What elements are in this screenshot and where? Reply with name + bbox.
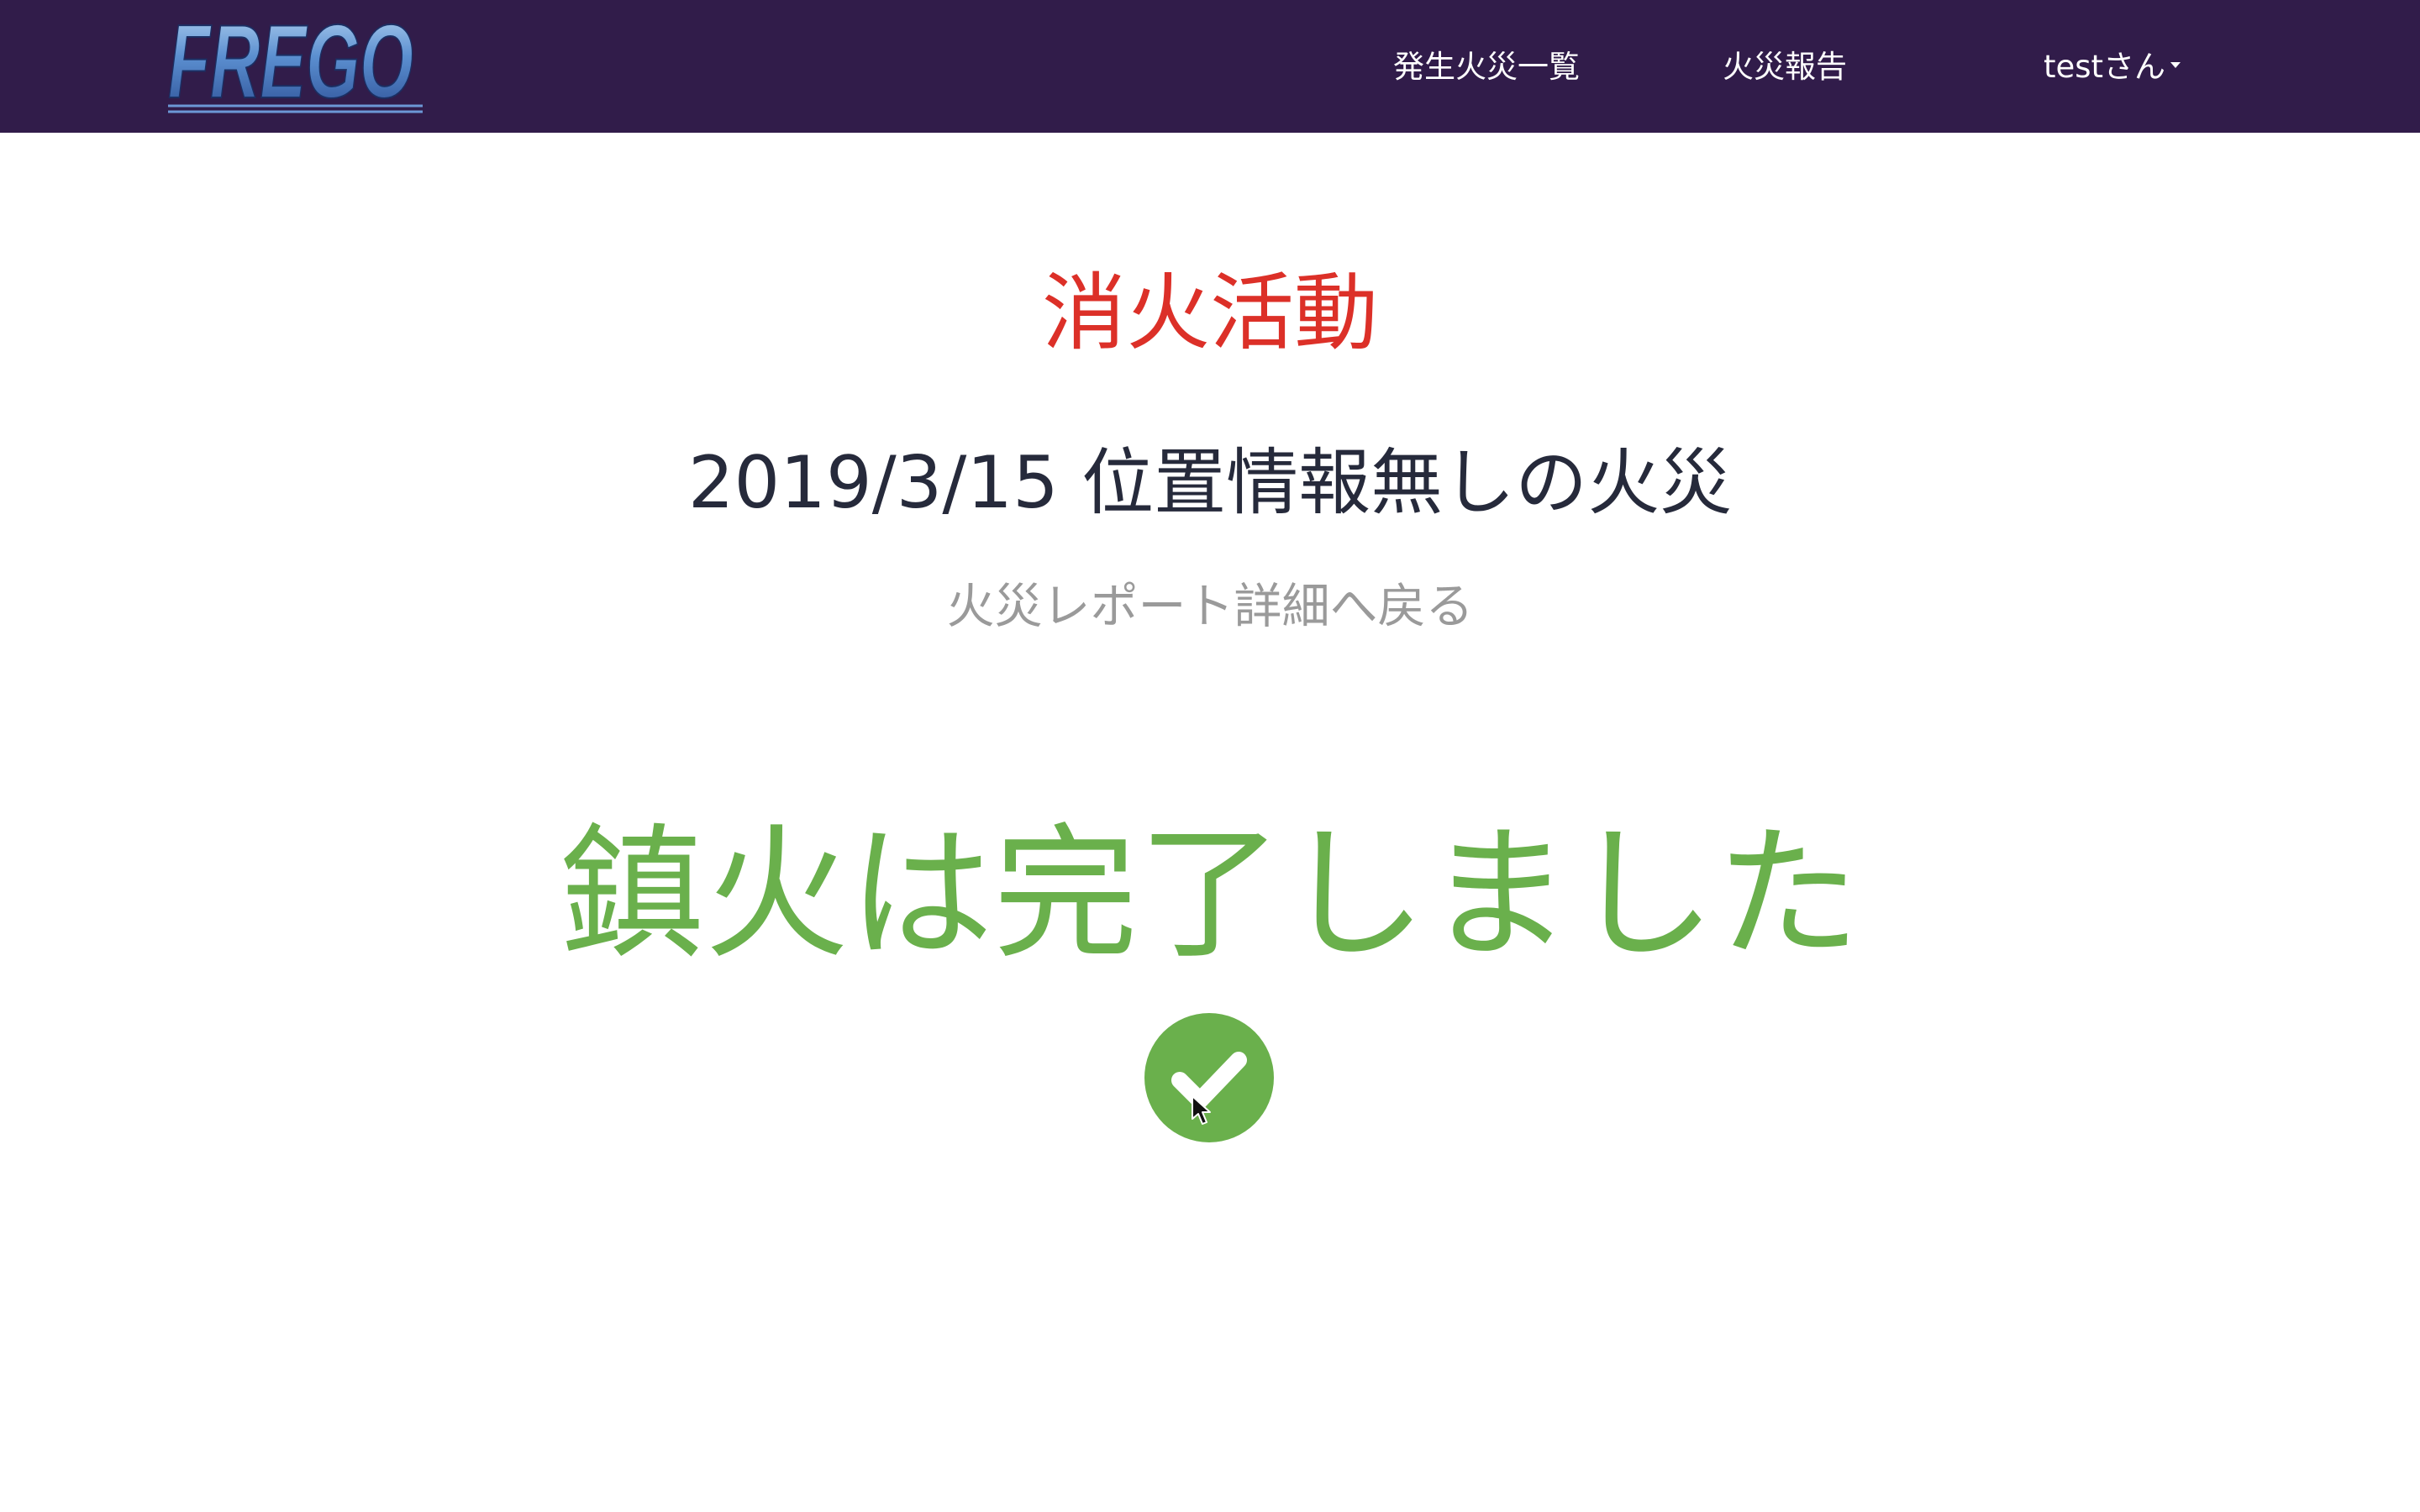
svg-text:FREGO: FREGO — [168, 13, 413, 116]
back-to-report-link[interactable]: 火災レポート詳細へ戻る — [0, 575, 2420, 638]
extinguished-message: 鎮火は完了しました — [560, 810, 1860, 979]
mouse-pointer-icon — [1192, 1095, 1211, 1125]
frego-logo[interactable]: FREGO — [166, 13, 427, 116]
caret-down-icon — [2170, 62, 2181, 68]
section-title: 消火活動 — [1042, 264, 1378, 362]
frego-logo-image: FREGO — [167, 13, 423, 116]
user-menu-dropdown[interactable]: testさん — [2044, 44, 2181, 91]
user-menu-label: testさん — [2044, 49, 2166, 85]
top-navbar: FREGO 発生火災一覧 火災報告 testさん — [0, 0, 2420, 133]
fire-name-heading: 2019/3/15 位置情報無しの火災 — [687, 441, 1733, 525]
nav-link-fire-list[interactable]: 発生火災一覧 — [1393, 44, 1580, 91]
nav-link-fire-report[interactable]: 火災報告 — [1723, 44, 1847, 91]
